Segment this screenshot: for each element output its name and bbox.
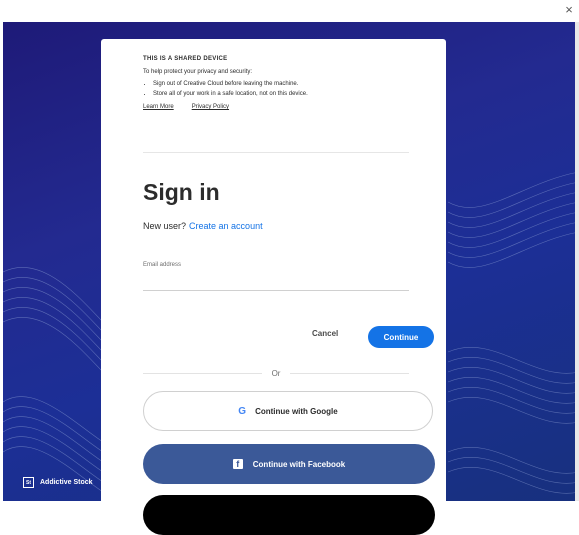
stock-credit-label: Addictive Stock — [40, 479, 93, 486]
notice-list: Sign out of Creative Cloud before leavin… — [143, 81, 403, 97]
scrollbar[interactable] — [575, 22, 579, 501]
cancel-button[interactable]: Cancel — [312, 329, 338, 338]
close-icon[interactable]: × — [562, 3, 576, 17]
new-user-prompt: New user? — [143, 221, 187, 231]
continue-button[interactable]: Continue — [368, 326, 434, 348]
google-button-label: Continue with Google — [255, 406, 338, 416]
privacy-policy-link[interactable]: Privacy Policy — [192, 104, 229, 110]
page-title: Sign in — [143, 179, 220, 205]
email-label: Email address — [143, 262, 182, 268]
notice-bullet: Sign out of Creative Cloud before leavin… — [153, 81, 403, 87]
signin-card: THIS IS A SHARED DEVICE To help protect … — [101, 39, 446, 535]
separator-line — [290, 373, 410, 374]
or-label: Or — [271, 369, 281, 378]
adobe-stock-icon: St — [23, 477, 34, 488]
notice-links: Learn More Privacy Policy — [143, 104, 403, 110]
facebook-button-label: Continue with Facebook — [252, 459, 346, 469]
separator-line — [143, 373, 262, 374]
continue-with-apple-button[interactable] — [143, 495, 435, 535]
notice-bullet: Store all of your work in a safe locatio… — [153, 91, 403, 97]
stock-credit: St Addictive Stock — [23, 477, 93, 488]
learn-more-link[interactable]: Learn More — [143, 104, 174, 110]
facebook-icon: f — [232, 459, 243, 469]
notice-intro: To help protect your privacy and securit… — [143, 69, 253, 75]
new-user-row: New user? Create an account — [143, 221, 263, 231]
email-field[interactable] — [143, 274, 409, 291]
shared-device-notice: THIS IS A SHARED DEVICE To help protect … — [143, 56, 403, 110]
window-titlebar: × — [0, 0, 579, 22]
or-separator: Or — [143, 369, 410, 378]
google-icon: G — [238, 405, 247, 417]
divider — [143, 152, 409, 153]
notice-heading: THIS IS A SHARED DEVICE — [143, 56, 228, 62]
continue-with-facebook-button[interactable]: f Continue with Facebook — [143, 444, 435, 484]
continue-with-google-button[interactable]: G Continue with Google — [143, 391, 433, 431]
create-account-link[interactable]: Create an account — [189, 221, 263, 231]
